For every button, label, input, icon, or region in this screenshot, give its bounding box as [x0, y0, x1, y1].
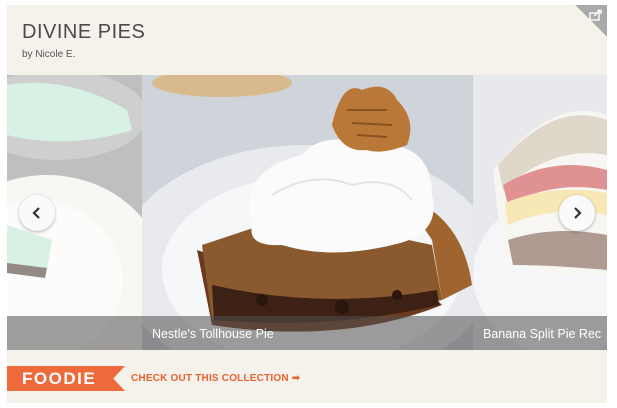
caption-bar	[7, 316, 142, 350]
arrow-right-icon: ➡	[291, 373, 301, 384]
carousel-next-button[interactable]	[559, 195, 595, 231]
collection-title[interactable]: DIVINE PIES	[22, 21, 145, 44]
foodie-badge[interactable]: FOODIE	[7, 366, 125, 391]
check-out-collection-link[interactable]: CHECK OUT THIS COLLECTION ➡	[131, 373, 300, 384]
collection-byline[interactable]: by Nicole E.	[22, 49, 75, 60]
share-corner[interactable]	[575, 5, 607, 37]
share-icon[interactable]	[589, 9, 603, 21]
caption-bar: Banana Split Pie Rec	[473, 316, 607, 350]
carousel-slide-tollhouse-pie[interactable]: Nestle's Tollhouse Pie	[142, 75, 473, 350]
chevron-right-icon	[574, 207, 582, 219]
collection-footer: FOODIE CHECK OUT THIS COLLECTION ➡	[7, 360, 607, 400]
chevron-left-icon	[32, 207, 40, 219]
caption-bar: Nestle's Tollhouse Pie	[142, 316, 473, 350]
slide-caption: Nestle's Tollhouse Pie	[152, 327, 274, 341]
image-carousel: Nestle's Tollhouse Pie Banana Split Pie …	[7, 75, 607, 350]
carousel-prev-button[interactable]	[19, 195, 55, 231]
collection-card: DIVINE PIES by Nicole E. Nestle's Tollho…	[7, 5, 607, 403]
slide-caption: Banana Split Pie Rec	[483, 327, 602, 341]
cta-label: CHECK OUT THIS COLLECTION	[131, 373, 289, 384]
tollhouse-pie-image	[142, 75, 473, 350]
